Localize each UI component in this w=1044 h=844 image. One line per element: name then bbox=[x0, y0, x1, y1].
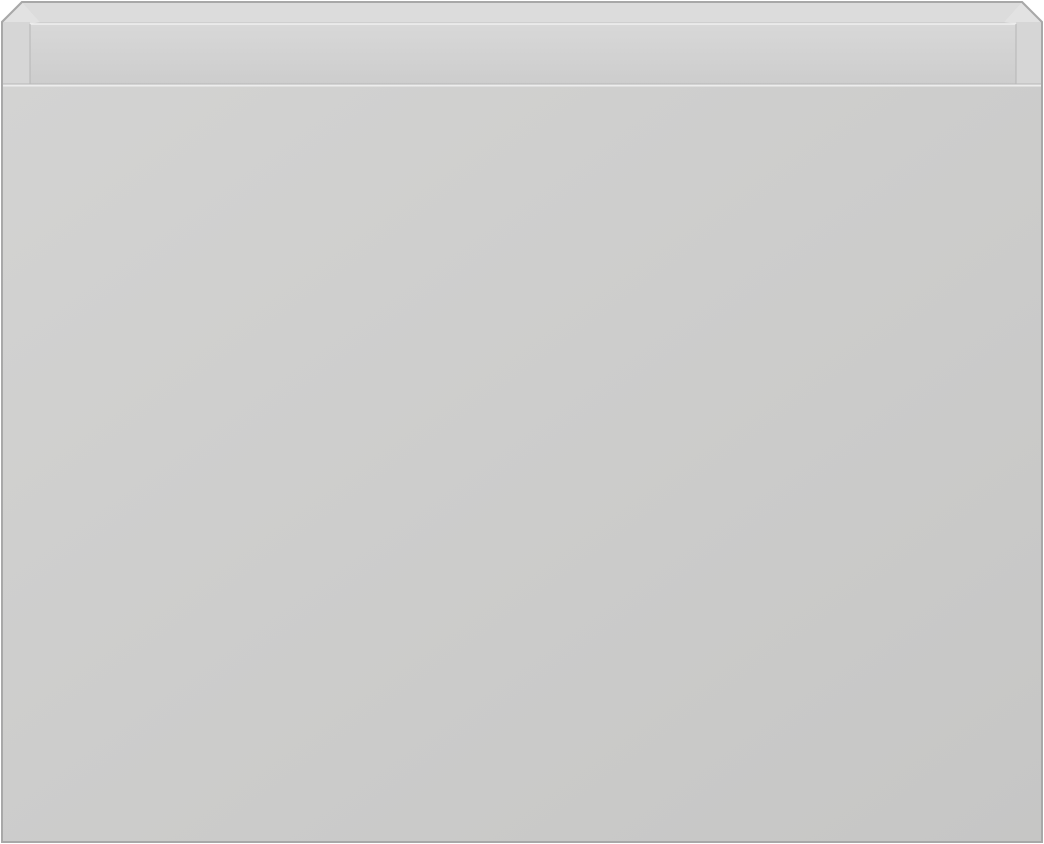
cabinet-front-panel bbox=[3, 86, 1041, 841]
cabinet-scene bbox=[0, 0, 1044, 844]
cabinet-inner-back bbox=[22, 2, 1022, 22]
cabinet-right-frame bbox=[1016, 22, 1041, 84]
cabinet-illustration bbox=[1, 1, 1043, 843]
cabinet-left-frame bbox=[3, 22, 30, 84]
cabinet-top-rim bbox=[30, 24, 1016, 84]
